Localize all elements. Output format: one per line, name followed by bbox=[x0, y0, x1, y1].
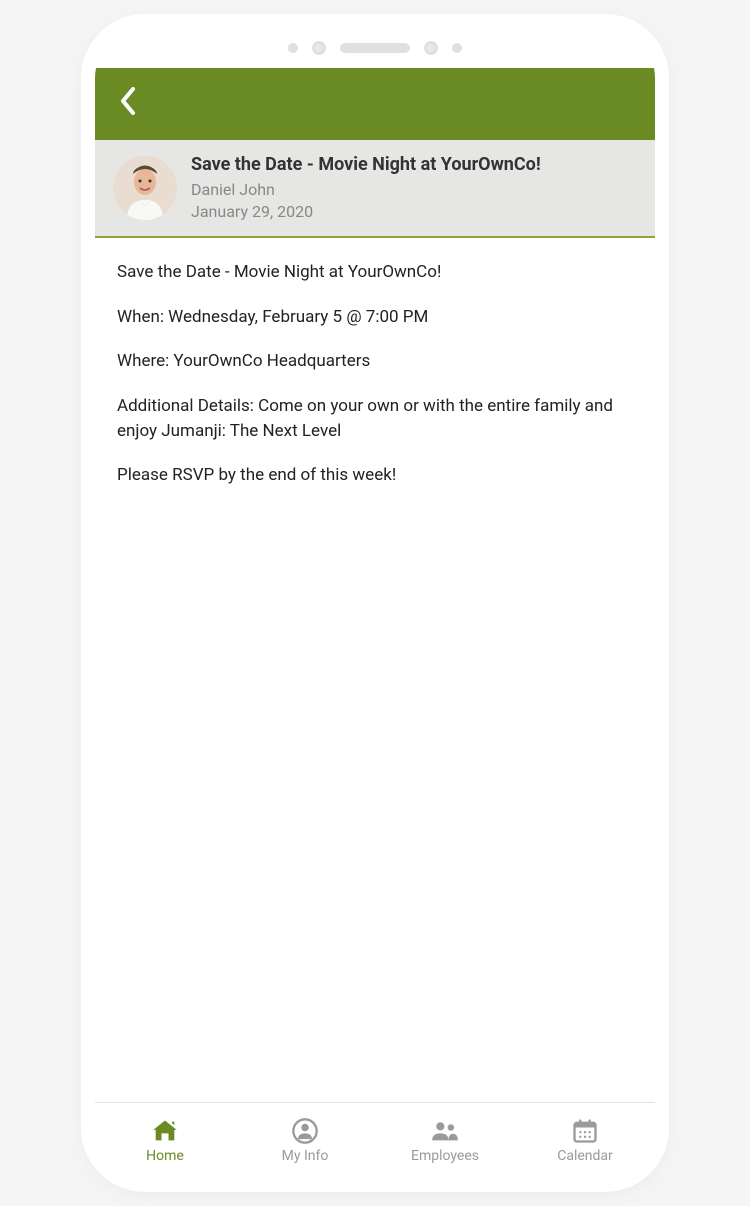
body-line: Save the Date - Movie Night at YourOwnCo… bbox=[117, 260, 633, 285]
nav-employees[interactable]: Employees bbox=[375, 1103, 515, 1178]
phone-frame: Save the Date - Movie Night at YourOwnCo… bbox=[95, 28, 655, 1178]
post-body: Save the Date - Movie Night at YourOwnCo… bbox=[95, 238, 655, 1102]
phone-top-hardware bbox=[95, 28, 655, 68]
back-button[interactable] bbox=[117, 85, 137, 123]
calendar-icon bbox=[571, 1117, 599, 1145]
nav-calendar[interactable]: Calendar bbox=[515, 1103, 655, 1178]
post-title: Save the Date - Movie Night at YourOwnCo… bbox=[191, 154, 637, 175]
nav-my-info[interactable]: My Info bbox=[235, 1103, 375, 1178]
body-line: Where: YourOwnCo Headquarters bbox=[117, 349, 633, 374]
post-date: January 29, 2020 bbox=[191, 201, 637, 223]
bottom-nav: Home My Info Employees bbox=[95, 1102, 655, 1178]
post-author: Daniel John bbox=[191, 179, 637, 201]
person-icon bbox=[291, 1117, 319, 1145]
author-avatar[interactable] bbox=[113, 156, 177, 220]
body-line: Additional Details: Come on your own or … bbox=[117, 394, 633, 443]
nav-label: Calendar bbox=[557, 1148, 613, 1164]
body-line: When: Wednesday, February 5 @ 7:00 PM bbox=[117, 305, 633, 330]
app-header bbox=[95, 68, 655, 140]
nav-label: Employees bbox=[411, 1148, 479, 1164]
post-meta: Save the Date - Movie Night at YourOwnCo… bbox=[191, 154, 637, 222]
post-header: Save the Date - Movie Night at YourOwnCo… bbox=[95, 140, 655, 238]
nav-home[interactable]: Home bbox=[95, 1103, 235, 1178]
chevron-left-icon bbox=[117, 85, 137, 117]
nav-label: Home bbox=[146, 1148, 184, 1164]
home-icon bbox=[151, 1117, 179, 1145]
nav-label: My Info bbox=[282, 1148, 329, 1164]
people-icon bbox=[431, 1117, 459, 1145]
body-line: Please RSVP by the end of this week! bbox=[117, 463, 633, 488]
